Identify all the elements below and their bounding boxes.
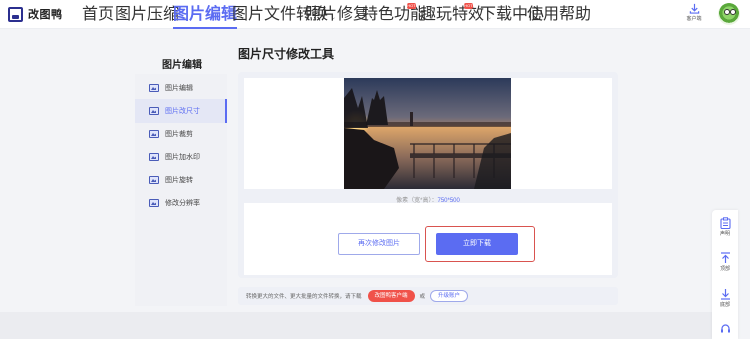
headset-icon (720, 324, 730, 333)
preview-image (344, 78, 511, 189)
nav-home[interactable]: 首页 (82, 0, 114, 29)
page-title: 图片尺寸修改工具 (238, 47, 335, 61)
right-float-toolbar: 声明 顶部 底部 (712, 210, 738, 339)
sidebar-title: 图片编辑 (162, 60, 202, 71)
image-icon (149, 84, 159, 92)
nav-help[interactable]: 使用帮助 (527, 0, 591, 29)
sidebar-item-watermark[interactable]: 图片加水印 (135, 145, 227, 169)
client-label: 客户端 (686, 16, 702, 22)
edit-again-button[interactable]: 再次修改图片 (338, 233, 420, 255)
hot-badge: HOT (407, 3, 416, 9)
image-icon (149, 199, 159, 207)
image-icon (149, 107, 159, 115)
download-icon (689, 3, 699, 14)
sidebar-item-resolution[interactable]: 修改分辨率 (135, 191, 227, 215)
sidebar-item-rotate[interactable]: 图片旋转 (135, 168, 227, 192)
image-icon (149, 130, 159, 138)
logo-text: 改图鸭 (28, 9, 63, 21)
back-to-top-button[interactable]: 顶部 (712, 252, 738, 272)
sidebar-item-resize[interactable]: 图片改尺寸 (135, 99, 227, 123)
client-download-button[interactable]: 客户端 (679, 3, 709, 22)
image-icon (149, 176, 159, 184)
user-avatar[interactable] (718, 3, 740, 25)
tip-bar: 转换更大的文件、更大批量的文件转换，请下载 改图鸭客户端 或 升级账户 (238, 287, 618, 305)
tip-text: 转换更大的文件、更大批量的文件转换，请下载 (246, 294, 362, 300)
scroll-bottom-button[interactable]: 底部 (712, 288, 738, 308)
footer-strip (0, 312, 712, 339)
statement-button[interactable]: 声明 (712, 217, 738, 237)
customer-service-button[interactable] (712, 323, 738, 335)
sidebar: 图片编辑 图片改尺寸 图片裁剪 图片加水印 图片旋转 修改分辨率 (135, 74, 227, 306)
top-navigation-bar: 改图鸭 首页 图片压缩 ⌄ 图片编辑 ⌄ 图片文件转换 ⌄ 照片修复 ⌄ 特色功能 ⌄ H… (0, 0, 750, 29)
logo-icon (8, 6, 23, 22)
hot-badge: HOT (464, 3, 473, 9)
sidebar-item-image-edit[interactable]: 图片编辑 (135, 76, 227, 100)
download-now-button[interactable]: 立即下载 (436, 233, 518, 255)
upgrade-account-button[interactable]: 升级账户 (430, 290, 469, 302)
clipboard-icon (719, 217, 731, 229)
sidebar-item-crop[interactable]: 图片裁剪 (135, 122, 227, 146)
tip-or: 或 (419, 294, 426, 300)
scroll-bottom-icon (720, 289, 730, 300)
logo[interactable]: 改图鸭 (8, 6, 63, 22)
back-to-top-icon (720, 252, 730, 263)
image-icon (149, 153, 159, 161)
client-download-link[interactable]: 改图鸭客户端 (367, 290, 415, 302)
